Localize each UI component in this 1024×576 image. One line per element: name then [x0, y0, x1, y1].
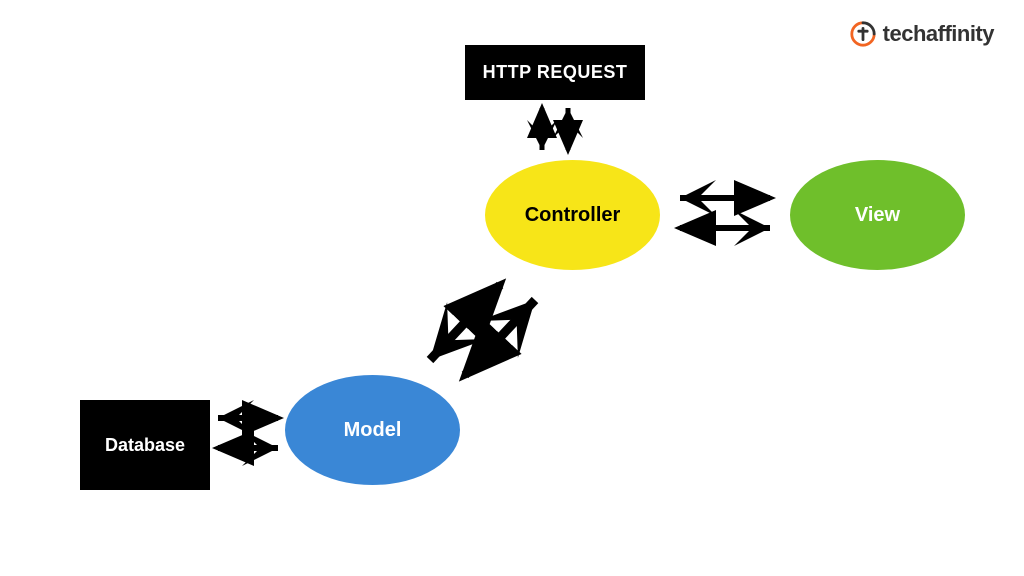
- model-node: Model: [285, 375, 460, 485]
- edge-http-controller: [542, 108, 568, 150]
- database-label: Database: [105, 435, 185, 456]
- http-request-label: HTTP REQUEST: [483, 62, 628, 83]
- brand-logo: techaffinity: [849, 20, 994, 48]
- mvc-diagram: techaffinity HTTP REQUEST Controller Vie…: [0, 0, 1024, 576]
- view-node: View: [790, 160, 965, 270]
- brand-name: techaffinity: [883, 21, 994, 47]
- edge-controller-view: [680, 198, 770, 228]
- techaffinity-logo-icon: [849, 20, 877, 48]
- controller-label: Controller: [525, 204, 621, 227]
- model-label: Model: [344, 419, 402, 442]
- http-request-node: HTTP REQUEST: [465, 45, 645, 100]
- database-node: Database: [80, 400, 210, 490]
- view-label: View: [855, 204, 900, 227]
- controller-node: Controller: [485, 160, 660, 270]
- edge-model-database: [218, 418, 278, 448]
- edge-controller-model: [430, 285, 535, 375]
